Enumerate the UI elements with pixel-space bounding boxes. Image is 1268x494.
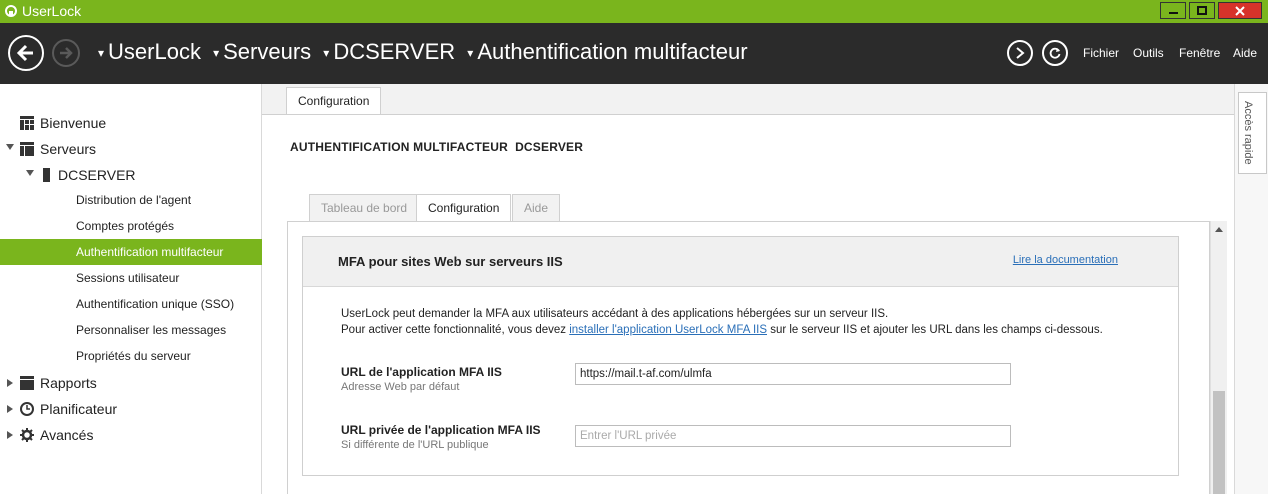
install-app-link[interactable]: installer l'application UserLock MFA IIS [569,324,767,336]
description-text: sur le serveur IIS et ajouter les URL da… [767,324,1103,336]
configuration-area: MFA pour sites Web sur serveurs IIS Lire… [287,221,1210,494]
sidebar-item-planificateur[interactable]: Planificateur [0,397,262,421]
menu-fichier[interactable]: Fichier [1083,46,1119,60]
scroll-up-arrow-icon[interactable] [1215,227,1223,232]
sidebar-item-label: Authentification multifacteur [76,245,224,259]
sidebar-item-comptes-proteges[interactable]: Comptes protégés [0,213,262,237]
arrow-right-icon [60,47,73,59]
sidebar-item-label: DCSERVER [58,167,136,183]
minimize-button[interactable] [1160,2,1186,19]
expand-caret-icon[interactable] [6,144,14,150]
sidebar-item-distribution[interactable]: Distribution de l'agent [0,187,262,211]
breadcrumb-userlock[interactable]: UserLock [108,39,201,64]
documentation-link[interactable]: Lire la documentation [1013,254,1118,266]
sidebar-item-sessions[interactable]: Sessions utilisateur [0,265,262,289]
sidebar-item-messages[interactable]: Personnaliser les messages [0,317,262,341]
sidebar-item-mfa[interactable]: Authentification multifacteur [0,239,262,265]
back-button[interactable] [8,35,44,71]
private-mfa-url-label: URL privée de l'application MFA IIS [341,423,541,437]
sidebar-item-label: Authentification unique (SSO) [76,297,235,311]
description-text: Pour activer cette fonctionnalité, vous … [341,324,570,336]
private-mfa-url-sublabel: Si différente de l'URL publique [341,439,489,451]
menu-aide[interactable]: Aide [1233,46,1257,60]
sidebar-item-label: Avancés [40,427,94,443]
maximize-icon [1197,6,1207,15]
sidebar-item-label: Propriétés du serveur [76,349,191,363]
sidebar-item-label: Distribution de l'agent [76,193,192,207]
mfa-url-sublabel: Adresse Web par défaut [341,381,460,393]
sidebar-item-dcserver[interactable]: DCSERVER [0,163,262,187]
private-mfa-url-input[interactable] [575,425,1011,447]
breadcrumb: ▾ UserLock ▾ Serveurs ▾ DCSERVER ▾ Authentif… [98,39,748,64]
report-icon [20,376,34,390]
refresh-button[interactable] [1042,40,1068,66]
collapse-caret-icon[interactable] [7,379,13,387]
sidebar-item-label: Bienvenue [40,115,107,131]
breadcrumb-mfa[interactable]: Authentification multifacteur [477,39,747,64]
vertical-scrollbar[interactable] [1210,221,1227,494]
server-icon [43,168,50,182]
navigation-bar: ▾ UserLock ▾ Serveurs ▾ DCSERVER ▾ Authentif… [0,23,1268,84]
chevron-right-icon [1016,47,1025,59]
tab-configuration-top[interactable]: Configuration [286,87,382,115]
clock-icon [20,402,34,416]
userlock-logo-icon [5,5,17,17]
collapse-caret-icon[interactable] [7,405,13,413]
sidebar-item-avances[interactable]: Avancés [0,423,262,447]
servers-icon [20,142,34,156]
panel-title: MFA pour sites Web sur serveurs IIS [338,254,563,269]
panel-description-line1: UserLock peut demander la MFA aux utilis… [341,308,889,320]
forward-button[interactable] [52,39,80,67]
go-to-button[interactable] [1007,40,1033,66]
right-strip: Accès rapide [1234,84,1268,494]
sidebar-item-label: Rapports [40,375,97,391]
scrollbar-thumb[interactable] [1213,391,1225,494]
sidebar-item-sso[interactable]: Authentification unique (SSO) [0,291,262,315]
mfa-url-label: URL de l'application MFA IIS [341,365,502,379]
content-panel: AUTHENTIFICATION MULTIFACTEUR DCSERVER T… [262,114,1234,494]
grid-icon [20,116,34,130]
menu-fenetre[interactable]: Fenêtre [1179,46,1220,60]
sidebar-item-label: Personnaliser les messages [76,323,227,337]
title-bar: UserLock [0,0,1268,23]
minimize-icon [1169,12,1178,14]
tab-aide[interactable]: Aide [512,194,561,221]
sidebar-item-rapports[interactable]: Rapports [0,371,262,395]
sidebar-item-proprietes[interactable]: Propriétés du serveur [0,343,262,367]
quick-access-label: Accès rapide [1242,101,1254,165]
menu-outils[interactable]: Outils [1133,46,1164,60]
sidebar-item-serveurs[interactable]: Serveurs [0,137,262,161]
gear-icon [20,428,34,442]
mfa-url-input[interactable] [575,363,1011,385]
breadcrumb-dcserver[interactable]: DCSERVER [333,39,455,64]
refresh-icon [1049,47,1061,59]
tab-configuration[interactable]: Configuration [416,194,512,222]
close-icon [1235,6,1245,16]
collapse-caret-icon[interactable] [7,431,13,439]
mfa-iis-panel: MFA pour sites Web sur serveurs IIS Lire… [302,236,1179,476]
breadcrumb-serveurs[interactable]: Serveurs [223,39,311,64]
sidebar-item-bienvenue[interactable]: Bienvenue [0,111,262,135]
panel-header: MFA pour sites Web sur serveurs IIS Lire… [303,237,1178,287]
sidebar-item-label: Comptes protégés [76,219,175,233]
sidebar-item-label: Sessions utilisateur [76,271,180,285]
page-title: AUTHENTIFICATION MULTIFACTEUR DCSERVER [290,140,584,154]
sidebar-item-label: Planificateur [40,401,118,417]
quick-access-tab[interactable]: Accès rapide [1238,92,1267,174]
expand-caret-icon[interactable] [26,170,34,176]
close-button[interactable] [1218,2,1262,19]
maximize-button[interactable] [1189,2,1215,19]
sidebar: Bienvenue Serveurs DCSERVER Distribution… [0,84,262,494]
sidebar-item-label: Serveurs [40,141,97,157]
main-area: Configuration AUTHENTIFICATION MULTIFACT… [262,84,1234,494]
panel-description-line2: Pour activer cette fonctionnalité, vous … [341,324,1103,336]
window-title: UserLock [22,3,82,19]
tab-tableau-de-bord[interactable]: Tableau de bord [309,194,420,221]
arrow-left-icon [16,44,33,62]
